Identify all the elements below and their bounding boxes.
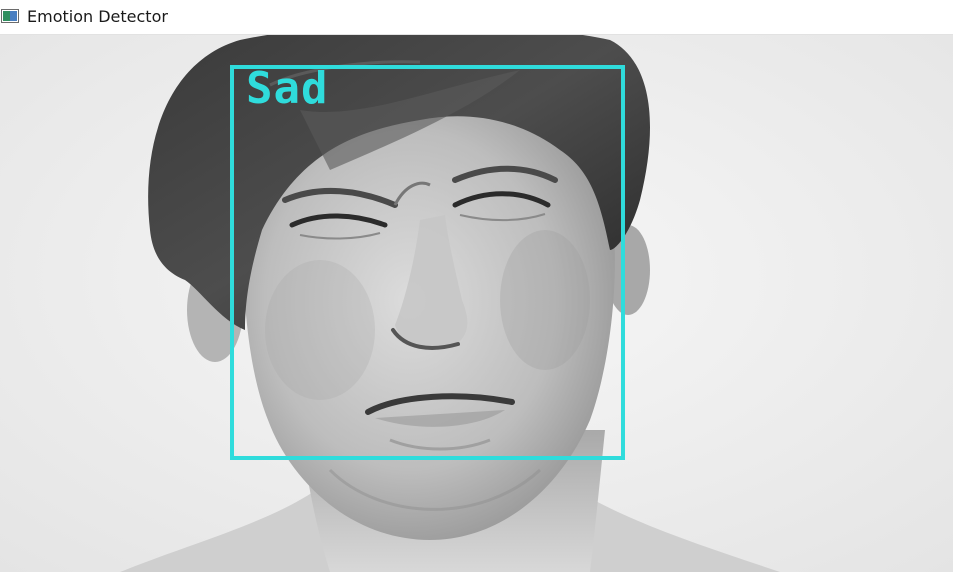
face-bounding-box bbox=[230, 65, 625, 460]
app-window-icon bbox=[1, 9, 19, 23]
title-bar[interactable]: Emotion Detector bbox=[0, 0, 953, 35]
video-frame: Sad bbox=[0, 35, 953, 572]
window-title: Emotion Detector bbox=[27, 7, 168, 26]
emotion-label: Sad bbox=[246, 63, 329, 114]
emotion-detector-window: Emotion Detector Sad bbox=[0, 0, 953, 572]
